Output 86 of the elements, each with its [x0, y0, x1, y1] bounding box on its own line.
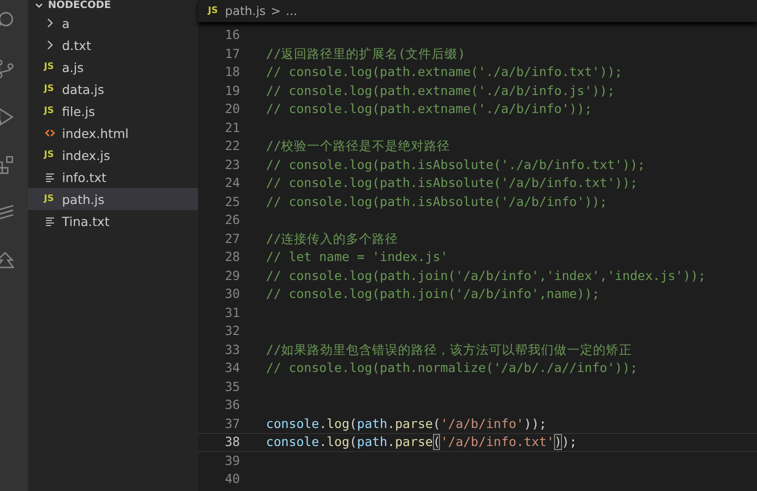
- code-comment: //如果路劲里包含错误的路径，该方法可以帮我们做一定的矫正: [266, 342, 632, 358]
- line-number: 36: [224, 397, 240, 414]
- code-punctuation: .: [387, 416, 395, 432]
- code-identifier: path: [357, 416, 388, 432]
- line-number: 38: [224, 434, 240, 450]
- code-comment: // console.log(path.join('/a/b/info','index','index.js'));: [266, 268, 706, 284]
- code-punctuation: .: [387, 434, 395, 450]
- code-comment: // console.log(path.extname('./a/b/info.js'));: [266, 82, 615, 99]
- file-item[interactable]: JS file.js: [28, 100, 198, 122]
- branch-icon[interactable]: [0, 58, 16, 80]
- line-number: 27: [224, 230, 240, 247]
- code-punctuation: );: [562, 434, 577, 450]
- line-number: 21: [224, 120, 240, 136]
- line-number: 23: [224, 156, 240, 173]
- line-number: 20: [224, 101, 240, 118]
- code-identifier: console: [266, 434, 320, 450]
- code-comment: //校验一个路径是不是绝对路径: [266, 138, 450, 154]
- line-number: 40: [224, 471, 240, 488]
- code-comment: //返回路径里的扩展名(文件后缀): [266, 46, 466, 62]
- code-punctuation: ));: [524, 416, 547, 432]
- file-item[interactable]: JS index.js: [28, 144, 198, 166]
- line-number: 33: [224, 342, 240, 358]
- code-punctuation: (: [349, 416, 358, 432]
- line-number: 18: [224, 64, 240, 80]
- code-comment: // console.log(path.extname('./a/b/info'));: [266, 101, 592, 118]
- line-number: 37: [224, 416, 240, 432]
- line-number: 34: [224, 360, 240, 376]
- file-item[interactable]: info.txt: [28, 166, 198, 188]
- explorer-title: NODECODE: [48, 0, 111, 12]
- code-function: parse: [394, 416, 433, 432]
- file-item[interactable]: Tina.txt: [28, 210, 198, 232]
- file-item[interactable]: JS data.js: [28, 78, 198, 100]
- file-item[interactable]: a: [28, 12, 198, 34]
- code-comment: // console.log(path.join('/a/b/info',name));: [266, 286, 600, 302]
- breadcrumb-separator: >: [270, 4, 281, 18]
- line-number: 32: [224, 323, 240, 340]
- js-file-icon: JS: [208, 6, 220, 16]
- code-comment: // console.log(path.isAbsolute('./a/b/info.txt'));: [266, 156, 646, 173]
- line-number: 39: [224, 452, 240, 469]
- code-function: log: [326, 434, 350, 450]
- breadcrumb-item[interactable]: path.js: [225, 4, 266, 18]
- file-item[interactable]: JS path.js: [28, 188, 198, 210]
- js-file-icon: JS: [44, 150, 56, 160]
- matched-bracket: (: [432, 434, 440, 450]
- line-number: 19: [224, 82, 240, 99]
- line-number: 30: [224, 286, 240, 302]
- js-file-icon: JS: [44, 106, 56, 116]
- code-punctuation: .: [319, 416, 327, 432]
- file-item[interactable]: index.html: [28, 122, 198, 144]
- line-number: 17: [224, 46, 240, 62]
- file-item[interactable]: JS a.js: [28, 56, 198, 78]
- file-item[interactable]: d.txt: [28, 34, 198, 56]
- code-comment: // let name = 'index.js': [266, 249, 448, 266]
- breadcrumb-item[interactable]: ...: [286, 4, 298, 18]
- line-number: 16: [224, 27, 240, 44]
- line-number: 28: [224, 249, 240, 266]
- line-number: 35: [224, 378, 240, 395]
- extensions-icon[interactable]: [0, 154, 16, 176]
- code-punctuation: (: [349, 434, 358, 450]
- js-file-icon: JS: [44, 62, 56, 72]
- code-comment: // console.log(path.isAbsolute('/a/b/info'));: [266, 194, 608, 210]
- js-file-icon: JS: [44, 84, 56, 94]
- code-function: log: [326, 416, 350, 432]
- code-comment: //连接传入的多个路径: [266, 230, 398, 247]
- line-number: 25: [224, 194, 240, 210]
- run-debug-icon[interactable]: [0, 106, 16, 128]
- code-comment: // console.log(path.extname('./a/b/info.txt'));: [266, 64, 622, 80]
- line-number: 29: [224, 268, 240, 284]
- code-identifier: console: [266, 416, 320, 432]
- code-brackets-icon: [44, 127, 56, 139]
- code-comment: // console.log(path.isAbsolute('/a/b/info.txt'));: [266, 175, 638, 192]
- line-number: 22: [224, 138, 240, 154]
- text-lines-icon: [44, 215, 56, 227]
- code-identifier: path: [357, 434, 388, 450]
- line-number: 26: [224, 212, 240, 228]
- code-string: '/a/b/info.txt': [440, 434, 554, 450]
- code-function: parse: [394, 434, 433, 450]
- code-punctuation: (: [432, 416, 440, 432]
- code-string: '/a/b/info': [440, 416, 524, 432]
- matched-bracket: ): [554, 434, 562, 450]
- line-number: 31: [224, 304, 240, 321]
- text-lines-icon: [44, 171, 56, 183]
- code-comment: // console.log(path.normalize('/a/b/./a//info'));: [266, 360, 638, 376]
- line-number: 24: [224, 175, 240, 192]
- js-file-icon: JS: [44, 194, 56, 204]
- code-punctuation: .: [319, 434, 327, 450]
